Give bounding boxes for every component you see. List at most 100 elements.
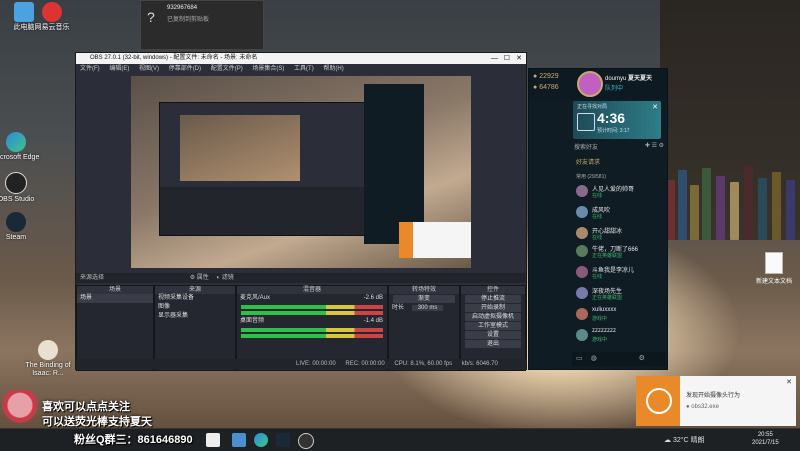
weather-text: 32°C 晴朗 — [672, 437, 705, 444]
audio-meter — [241, 328, 383, 332]
avatar[interactable] — [577, 71, 603, 97]
chat-icon[interactable]: ▭ — [576, 355, 583, 362]
mascot-image — [2, 390, 38, 428]
copied-text: 已复制到剪贴板 — [167, 17, 210, 23]
settings-button[interactable]: 设置 — [465, 331, 521, 339]
friend-group-label[interactable]: 常用 (29/581) — [576, 173, 606, 180]
duration-input[interactable]: 300 ms — [411, 305, 444, 311]
gear-icon[interactable]: ⚙ — [190, 275, 195, 281]
transition-select[interactable]: 渐变 — [393, 295, 455, 303]
friend-item[interactable]: 深夜场先生 正在英雄联盟 — [572, 285, 666, 303]
currency-row: ● 64786 — [533, 84, 559, 91]
close-notification-icon[interactable]: ✕ — [786, 378, 792, 386]
friend-item[interactable]: 牛佬，刀断了666 正在英雄联盟 — [572, 243, 666, 261]
exit-button[interactable]: 退出 — [465, 340, 521, 348]
nested-obs-preview — [159, 102, 391, 236]
menu-file[interactable]: 文件(F) — [80, 66, 100, 72]
camera-notification[interactable]: 发现开始摄像头行为 ● obs32.exe ✕ — [636, 376, 796, 426]
menu-view[interactable]: 视图(V) — [139, 66, 159, 72]
filter-icon[interactable]: ◐ — [216, 275, 220, 281]
obs-taskbar-icon[interactable] — [298, 433, 314, 449]
search-icon[interactable] — [206, 433, 220, 447]
friend-item[interactable]: 开心甜甜冰 在线 — [572, 225, 666, 243]
friend-avatar — [576, 329, 588, 341]
nested-preview-image — [180, 115, 300, 181]
user-status: 队列中 — [605, 86, 624, 92]
volume-slider[interactable] — [241, 311, 383, 315]
volume-slider[interactable] — [241, 334, 383, 338]
friend-item[interactable]: zzzzzzzz 游戏中 — [572, 327, 666, 345]
edge-taskbar-icon[interactable] — [254, 433, 268, 447]
queue-timer: 4:36 — [597, 110, 626, 126]
friend-request-label[interactable]: 好友请求 — [576, 157, 600, 166]
user-name: doumyu — [605, 76, 627, 82]
menu-profile[interactable]: 配置文件(P) — [211, 66, 243, 72]
desktop-icon-edge[interactable]: Microsoft Edge — [0, 132, 40, 172]
menu-edit[interactable]: 编辑(E) — [109, 66, 129, 72]
settings-icon[interactable]: ⚙ — [639, 355, 645, 362]
source-select-label: 来源选择 — [80, 275, 105, 281]
clock[interactable]: 20:55 2021/7/15 — [752, 431, 779, 447]
stop-stream-button[interactable]: 停止推流 — [465, 295, 521, 303]
virtual-camera-button[interactable]: 启动虚拟摄像机 — [465, 313, 521, 321]
menu-help[interactable]: 帮助(H) — [323, 66, 343, 72]
desktop-icon-obs[interactable]: OBS Studio — [0, 172, 40, 212]
friend-item[interactable]: 人见人爱的帅哥 在线 — [572, 183, 666, 201]
cpu-usage: CPU: 8.1%, 60.00 fps — [394, 361, 453, 367]
mic-icon[interactable]: ◍ — [591, 355, 597, 362]
friend-avatar — [576, 245, 588, 257]
scenes-header: 场景 — [77, 286, 153, 294]
friend-search-input[interactable]: 搜索好友 — [574, 145, 598, 151]
qq-number: 932967684 — [167, 5, 198, 11]
queue-icon — [577, 113, 595, 131]
desktop-icon-netease[interactable]: 网易云音乐 — [28, 2, 76, 42]
maximize-icon[interactable]: ☐ — [504, 53, 510, 64]
start-recording-button[interactable]: 开始录制 — [465, 304, 521, 312]
source-item[interactable]: 视频采集设备 — [155, 294, 235, 303]
menu-docks[interactable]: 停靠部件(D) — [169, 66, 201, 72]
friend-item[interactable]: 斗鱼我是李凉儿 在线 — [572, 264, 666, 282]
friend-item[interactable]: xuliuxxxx 游戏中 — [572, 306, 666, 324]
friend-status: 游戏中 — [592, 316, 608, 322]
friend-status: 在线 — [592, 235, 603, 241]
obs-titlebar[interactable]: OBS 27.0.1 (32-bit, windows) - 配置文件: 未命名… — [76, 53, 526, 64]
properties-button[interactable]: 属性 — [197, 275, 209, 281]
source-item[interactable]: 显示器采集 — [155, 312, 235, 321]
notification-title: 发现开始摄像头行为 — [686, 393, 741, 399]
weather-icon: ☁ — [664, 437, 671, 444]
user-name-row: doumyu 夏天夏天 — [605, 73, 652, 82]
source-item[interactable]: 图像 — [155, 303, 235, 312]
scene-item[interactable]: 场景 — [77, 294, 153, 303]
obs-menubar: 文件(F) 编辑(E) 视图(V) 停靠部件(D) 配置文件(P) 场景集合(S… — [76, 64, 526, 74]
overlay-support-text: 可以送荧光棒支持夏天 — [42, 416, 152, 428]
menu-tools[interactable]: 工具(T) — [294, 66, 314, 72]
steam-taskbar-icon[interactable] — [276, 433, 290, 447]
desktop-icon-text-document[interactable]: 新建文本文档 — [754, 252, 794, 286]
filters-button[interactable]: 滤镜 — [222, 275, 234, 281]
close-icon[interactable]: ✕ — [516, 53, 522, 64]
client-header: ● 22929 ● 64786 doumyu 夏天夏天 队列中 — [529, 69, 667, 99]
live-time: LIVE: 00:00:00 — [296, 361, 336, 367]
friend-name: zzzzzzzz — [592, 328, 616, 334]
friend-avatar — [576, 206, 588, 218]
mixer-track: 桌面音频 -1.4 dB — [237, 317, 387, 326]
desktop-icon-isaac[interactable]: The Binding of Isaac: R... — [24, 340, 72, 380]
menu-scene-collection[interactable]: 场景集合(S) — [252, 66, 284, 72]
nested-notification — [399, 222, 471, 258]
add-friend-icon[interactable]: ✚ ☰ ⚙ — [645, 142, 664, 149]
friend-status: 游戏中 — [592, 337, 608, 343]
close-queue-icon[interactable]: ✕ — [652, 103, 658, 111]
obs-icon — [5, 172, 27, 194]
user-tag: 夏天夏天 — [628, 76, 653, 82]
help-icon: ? — [147, 9, 155, 25]
weather-widget[interactable]: ☁ 32°C 晴朗 — [664, 435, 705, 445]
minimize-icon[interactable]: — — [491, 53, 498, 64]
bookshelf — [660, 0, 800, 240]
friend-item[interactable]: 成风吹 在线 — [572, 204, 666, 222]
file-explorer-icon[interactable] — [232, 433, 246, 447]
studio-mode-button[interactable]: 工作室模式 — [465, 322, 521, 330]
obs-preview[interactable] — [131, 76, 471, 268]
desktop-icon-steam[interactable]: Steam — [0, 212, 40, 252]
obs-window[interactable]: OBS 27.0.1 (32-bit, windows) - 配置文件: 未命名… — [75, 52, 527, 371]
obs-title: OBS 27.0.1 (32-bit, windows) - 配置文件: 未命名… — [90, 55, 258, 61]
